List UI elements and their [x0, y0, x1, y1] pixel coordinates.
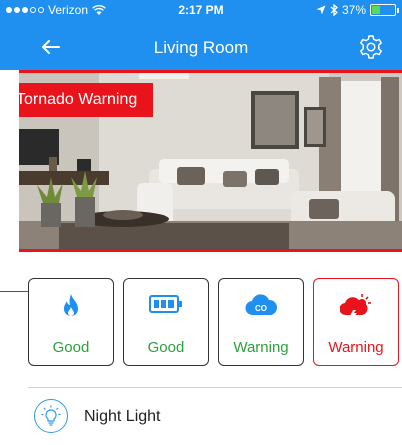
nav-bar: Living Room: [0, 24, 402, 68]
smoke-sensor-card[interactable]: Good: [28, 278, 114, 366]
sensor-status-label: Good: [52, 339, 90, 356]
battery-icon: [149, 295, 182, 313]
app-header: Verizon 2:17 PM 37% Living Room: [0, 0, 402, 70]
page-title: Living Room: [153, 38, 249, 57]
device-name: Night Light: [84, 408, 161, 425]
status-bar: Verizon 2:17 PM 37%: [0, 0, 402, 20]
bluetooth-icon: [330, 4, 338, 16]
list-item-night-light[interactable]: Night Light: [28, 397, 402, 437]
sensor-status-label: Warning: [328, 339, 384, 356]
section-divider: [28, 387, 402, 388]
lightbulb-icon-circle: [34, 399, 68, 433]
sensor-status-label: Good: [147, 339, 185, 356]
lightbulb-icon: [41, 405, 61, 426]
svg-text:CO: CO: [255, 304, 267, 313]
room-camera-image[interactable]: Tornado Warning: [19, 70, 402, 252]
co-cloud-icon: CO: [245, 294, 277, 316]
battery-level-fill: [372, 6, 381, 14]
sensor-status-cards: Good Good CO Warning Warning: [28, 278, 399, 366]
storm-cloud-icon: [340, 294, 371, 321]
sensor-status-label: Warning: [233, 339, 289, 356]
connector-line: [0, 291, 28, 292]
weather-sensor-card[interactable]: Warning: [313, 278, 399, 366]
co-sensor-card[interactable]: CO Warning: [218, 278, 304, 366]
battery-sensor-card[interactable]: Good: [123, 278, 209, 366]
tornado-warning-banner: Tornado Warning: [19, 83, 154, 117]
location-arrow-icon: [316, 5, 326, 15]
status-right: 37%: [316, 3, 399, 17]
battery-percent: 37%: [341, 3, 366, 17]
flame-icon: [64, 294, 78, 316]
gear-icon[interactable]: [358, 34, 384, 60]
battery-icon: [370, 4, 399, 16]
